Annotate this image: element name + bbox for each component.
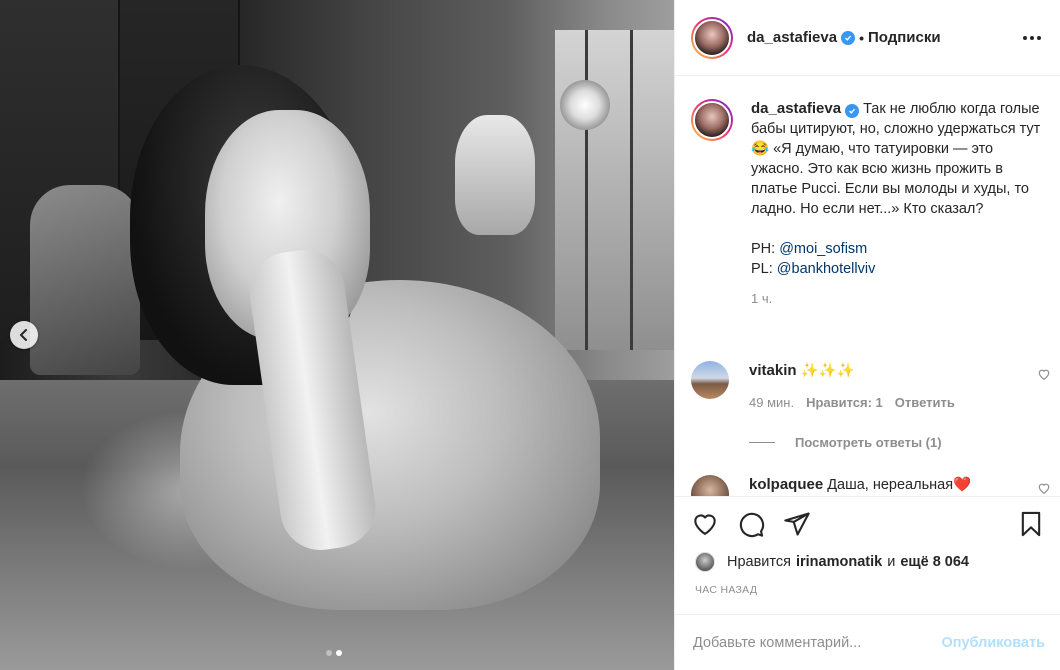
comment-username[interactable]: kolpaquee [749,476,823,493]
comment-like-icon[interactable] [1037,481,1051,495]
save-button[interactable] [1017,510,1045,538]
caption-time[interactable]: 1 ч. [751,289,1041,309]
comment-avatar[interactable] [691,475,729,496]
comment-like-icon[interactable] [1037,367,1051,381]
comment-avatar[interactable] [691,361,729,399]
add-comment-bar: Опубликовать [675,614,1060,670]
caption-username[interactable]: da_astafieva [751,100,841,117]
likes-summary: Нравится irinamonatik и ещё 8 064 [695,550,974,574]
comment-item: kolpaquee Даша, нереальная❤️ [691,475,1051,496]
more-icon [1023,35,1027,40]
post-timestamp[interactable]: ЧАС НАЗАД [695,584,757,596]
post-photo[interactable] [0,0,674,670]
comment-text: ✨✨✨ [800,363,855,379]
caption-text: Так не люблю когда голые бабы цитируют, … [751,101,1044,217]
caption-avatar[interactable] [691,99,733,141]
header-separator: • [859,29,864,46]
pl-label: PL: [751,261,777,277]
ph-mention-link[interactable]: @moi_sofism [779,241,867,257]
comments-list[interactable]: da_astafieva Так не люблю когда голые ба… [675,77,1060,497]
bookmark-icon [1021,511,1041,537]
pl-mention-link[interactable]: @bankhotellviv [777,261,876,277]
comment-button[interactable] [737,510,765,538]
chevron-left-icon [20,329,27,341]
avatar[interactable] [691,16,733,59]
liker-avatar[interactable] [695,552,715,572]
carousel-prev-button[interactable] [10,321,38,349]
comment-username[interactable]: vitakin [749,362,797,379]
more-options-button[interactable] [1019,32,1045,44]
comment-text: Даша, нереальная❤️ [827,477,972,493]
comment-item: vitakin ✨✨✨ 49 мин. Нравится: 1 Ответить [691,361,1051,413]
comment-time[interactable]: 49 мин. [749,393,794,413]
post-caption: da_astafieva Так не люблю когда голые ба… [691,99,1051,309]
verified-icon [845,104,860,118]
carousel-indicator [326,650,342,656]
instagram-post: da_astafieva • Подписки da_astafieva Так… [0,0,1060,670]
comment-input[interactable] [693,634,942,651]
carousel-dot [326,650,332,656]
ph-label: PH: [751,241,780,257]
share-button[interactable] [783,510,811,538]
publish-button[interactable]: Опубликовать [941,635,1045,651]
reply-button[interactable]: Ответить [895,393,955,413]
author-username[interactable]: da_astafieva [747,29,837,46]
heart-icon [694,514,716,535]
carousel-dot-active [336,650,342,656]
comment-likes[interactable]: Нравится: 1 [806,393,883,413]
background-window [555,30,674,350]
post-sidebar: da_astafieva • Подписки da_astafieva Так… [674,0,1060,670]
following-button[interactable]: Подписки [868,29,941,46]
post-actions [675,498,1060,550]
likes-count[interactable]: ещё 8 064 [900,554,969,570]
post-header: da_astafieva • Подписки [675,0,1060,76]
verified-icon [841,30,856,45]
like-button[interactable] [691,510,719,538]
liker-username[interactable]: irinamonatik [796,554,882,570]
comment-icon [739,512,765,538]
view-replies-button[interactable]: Посмотреть ответы (1) [749,435,942,450]
share-icon [784,512,810,536]
